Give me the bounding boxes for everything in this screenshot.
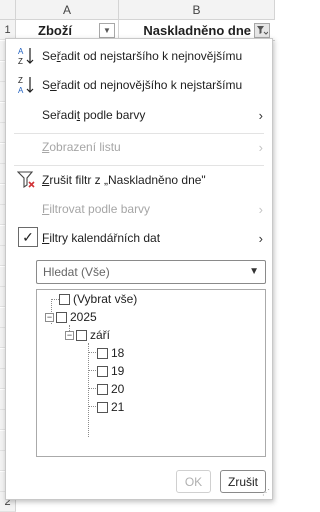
funnel-icon xyxy=(257,26,268,35)
collapse-icon[interactable]: − xyxy=(65,330,74,340)
svg-text:A: A xyxy=(18,86,24,95)
menu-sort-by-color[interactable]: Seřadit podle barvy › xyxy=(6,102,272,128)
svg-text:A: A xyxy=(18,47,24,56)
menu-clear-filter[interactable]: Zrušit filtr z „Naskladněno dne" xyxy=(6,167,272,193)
cancel-button[interactable]: Zrušit xyxy=(220,470,266,493)
tree-item-select-all[interactable]: (Vybrat vše) xyxy=(59,290,137,308)
menu-sheet-view-label: Zobrazení listu xyxy=(42,140,121,154)
tree-item-label: 18 xyxy=(111,346,125,360)
search-input[interactable]: Hledat (Vše) ▼ xyxy=(36,260,266,284)
tree-item-label: (Vybrat vše) xyxy=(73,292,138,306)
menu-filter-by-color: Filtrovat podle barvy › xyxy=(6,196,272,222)
filter-dropdown-button-a[interactable]: ▼ xyxy=(99,23,115,38)
tree-connector xyxy=(88,352,96,353)
tree-item-day[interactable]: 21 xyxy=(97,398,124,416)
tree-connector xyxy=(51,299,59,300)
tree-item-day[interactable]: 19 xyxy=(97,362,124,380)
chevron-right-icon: › xyxy=(258,107,263,123)
sort-z-a-icon: Z A xyxy=(18,76,34,95)
tree-connector xyxy=(88,370,96,371)
column-header-b[interactable]: B xyxy=(119,0,275,20)
tree-item-label: 19 xyxy=(111,364,125,378)
tree-item-month[interactable]: − září xyxy=(65,326,110,344)
tree-item-year[interactable]: − 2025 xyxy=(45,308,97,326)
menu-sort-newest-to-oldest[interactable]: Z A Seřadit od nejnovějšího k nejstarším… xyxy=(6,72,272,98)
ok-button[interactable]: OK xyxy=(176,470,211,493)
autofilter-dropdown-panel: A Z Seřadit od nejstaršího k nejnovějším… xyxy=(5,38,273,500)
menu-date-filters[interactable]: ✓ Filtry kalendářních dat › xyxy=(6,225,272,251)
svg-text:Z: Z xyxy=(18,76,23,85)
checkbox[interactable] xyxy=(59,293,70,305)
tree-item-label: 20 xyxy=(111,382,125,396)
tree-item-day[interactable]: 20 xyxy=(97,380,124,398)
sort-a-z-icon: A Z xyxy=(18,47,34,66)
select-all-corner[interactable] xyxy=(0,0,16,20)
menu-sort-oldest-label: Seřadit od nejstaršího k nejnovějšímu xyxy=(42,49,243,63)
tree-item-label: září xyxy=(90,328,111,342)
tree-connector xyxy=(88,343,89,437)
tree-connector xyxy=(88,388,96,389)
menu-sort-by-color-label: Seřadit podle barvy xyxy=(42,108,146,122)
row-number[interactable]: 1 xyxy=(0,20,16,40)
menu-clear-filter-label: Zrušit filtr z „Naskladněno dne" xyxy=(42,173,206,187)
menu-separator xyxy=(14,165,264,166)
menu-sort-newest-label: Seřadit od nejnovějšího k nejstaršímu xyxy=(42,78,243,92)
menu-sheet-view: Zobrazení listu › xyxy=(6,134,272,160)
resize-grip-icon[interactable]: ⋰ xyxy=(262,488,270,497)
svg-text:Z: Z xyxy=(18,57,23,66)
chevron-right-icon: › xyxy=(258,230,263,246)
menu-date-filters-label: Filtry kalendářních dat xyxy=(42,231,161,245)
chevron-down-icon[interactable]: ▼ xyxy=(249,266,259,277)
filter-value-tree: (Vybrat vše) − 2025 − září 18 19 20 21 xyxy=(36,289,266,457)
checkbox[interactable] xyxy=(76,329,87,341)
menu-sort-oldest-to-newest[interactable]: A Z Seřadit od nejstaršího k nejnovějším… xyxy=(6,43,272,69)
tree-item-day[interactable]: 18 xyxy=(97,344,124,362)
search-placeholder: Hledat (Vše) xyxy=(43,265,110,279)
checkbox[interactable] xyxy=(97,347,108,359)
collapse-icon[interactable]: − xyxy=(45,312,54,322)
checkbox[interactable] xyxy=(56,311,67,323)
checkmark-icon: ✓ xyxy=(18,227,38,247)
column-header-a[interactable]: A xyxy=(16,0,119,20)
chevron-right-icon: › xyxy=(258,201,263,217)
checkbox[interactable] xyxy=(97,383,108,395)
filter-active-button-b[interactable] xyxy=(254,23,270,38)
tree-item-label: 21 xyxy=(111,400,125,414)
chevron-right-icon: › xyxy=(258,139,263,155)
checkbox[interactable] xyxy=(97,365,108,377)
menu-filter-by-color-label: Filtrovat podle barvy xyxy=(42,202,151,216)
checkbox[interactable] xyxy=(97,401,108,413)
tree-connector xyxy=(88,406,96,407)
funnel-x-icon xyxy=(17,171,35,189)
tree-item-label: 2025 xyxy=(70,310,97,324)
